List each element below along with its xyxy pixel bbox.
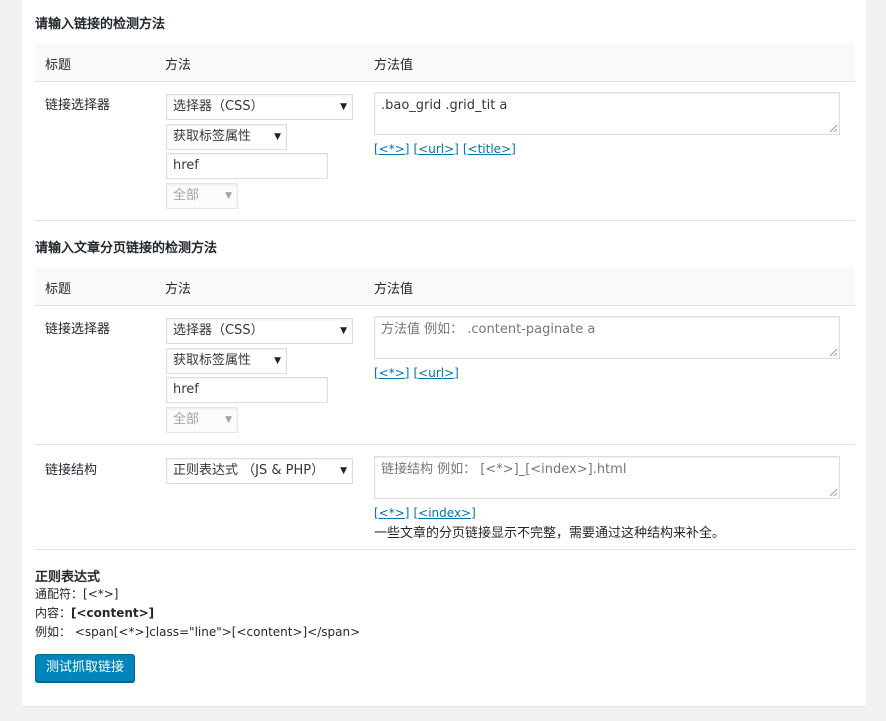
example-label: 例如： — [35, 625, 72, 639]
token-url-link[interactable]: [<url>] — [413, 366, 458, 380]
structure-method-select[interactable]: 正则表达式 （JS & PHP） ▼ — [166, 458, 353, 484]
method-select-value: 选择器（CSS） — [173, 99, 264, 114]
regex-help-title: 正则表达式 — [35, 570, 101, 585]
wildcard-value: [<*>] — [83, 587, 119, 601]
token-title-link[interactable]: [<title>] — [463, 142, 516, 156]
divider — [35, 549, 855, 550]
divider — [35, 444, 855, 445]
settings-panel: 请输入链接的检测方法 标题 方法 方法值 链接选择器 选择器（CSS） ▼ 获取… — [22, 0, 866, 706]
regex-help: 正则表达式 通配符：[<*>] 内容：[<content>] 例如： <span… — [35, 566, 360, 642]
token-links: [<*>] [<url>] — [374, 366, 463, 380]
test-fetch-links-button[interactable]: 测试抓取链接 — [35, 654, 135, 682]
token-wildcard-link[interactable]: [<*>] — [374, 366, 409, 380]
content-label: 内容： — [35, 606, 72, 620]
method-value-textarea[interactable]: .bao_grid .grid_tit a — [374, 92, 840, 135]
resize-grip-icon[interactable] — [829, 488, 837, 496]
resize-grip-icon[interactable] — [829, 124, 837, 132]
row-label-link-selector: 链接选择器 — [45, 98, 111, 113]
textarea-placeholder: 方法值 例如： .content-paginate a — [381, 322, 596, 337]
token-links: [<*>] [<index>] — [374, 506, 480, 520]
col-method: 方法 — [165, 282, 192, 297]
chevron-down-icon: ▼ — [340, 102, 347, 112]
col-method: 方法 — [165, 58, 192, 73]
scope-select-value: 全部 — [173, 412, 200, 427]
col-title: 标题 — [45, 58, 72, 73]
attr-select-value: 获取标签属性 — [173, 129, 252, 144]
chevron-down-icon: ▼ — [225, 191, 232, 201]
wildcard-label: 通配符： — [35, 587, 84, 601]
row-label-link-selector: 链接选择器 — [45, 322, 111, 337]
col-method-value: 方法值 — [374, 58, 414, 73]
chevron-down-icon: ▼ — [340, 466, 347, 476]
content-value: [<content>] — [71, 606, 155, 620]
token-wildcard-link[interactable]: [<*>] — [374, 506, 409, 520]
token-url-link[interactable]: [<url>] — [413, 142, 458, 156]
token-index-link[interactable]: [<index>] — [413, 506, 475, 520]
divider — [35, 220, 855, 221]
section2-title: 请输入文章分页链接的检测方法 — [35, 241, 218, 256]
example-value: <span[<*>]class="line">[<content>]</span… — [74, 625, 361, 639]
row-label-link-structure: 链接结构 — [45, 463, 98, 478]
structure-note: 一些文章的分页链接显示不完整，需要通过这种结构来补全。 — [374, 526, 726, 541]
col-method-value: 方法值 — [374, 282, 414, 297]
section2-table-header: 标题 方法 方法值 — [35, 267, 855, 306]
paginate-method-select[interactable]: 选择器（CSS） ▼ — [166, 318, 353, 344]
token-links: [<*>] [<url>] [<title>] — [374, 142, 520, 156]
attr-select[interactable]: 获取标签属性 ▼ — [166, 124, 287, 150]
method-value-text: .bao_grid .grid_tit a — [381, 98, 508, 113]
method-select-value: 选择器（CSS） — [173, 323, 264, 338]
structure-textarea[interactable]: 链接结构 例如： [<*>]_[<index>].html — [374, 456, 840, 499]
paginate-scope-select[interactable]: 全部 ▼ — [166, 407, 238, 433]
chevron-down-icon: ▼ — [340, 326, 347, 336]
section1-title: 请输入链接的检测方法 — [35, 17, 166, 32]
paginate-method-value-textarea[interactable]: 方法值 例如： .content-paginate a — [374, 316, 840, 359]
attr-name-input[interactable]: href — [166, 153, 328, 179]
regex-content-line: 内容：[<content>] — [35, 604, 360, 623]
scope-select[interactable]: 全部 ▼ — [166, 183, 238, 209]
method-select[interactable]: 选择器（CSS） ▼ — [166, 94, 353, 120]
chevron-down-icon: ▼ — [274, 356, 281, 366]
regex-wildcard-line: 通配符：[<*>] — [35, 585, 360, 604]
chevron-down-icon: ▼ — [225, 415, 232, 425]
method-select-value: 正则表达式 （JS & PHP） — [173, 463, 325, 478]
regex-example-line: 例如： <span[<*>]class="line">[<content>]</… — [35, 623, 360, 642]
col-title: 标题 — [45, 282, 72, 297]
scope-select-value: 全部 — [173, 188, 200, 203]
paginate-attr-name-input[interactable]: href — [166, 377, 328, 403]
resize-grip-icon[interactable] — [829, 348, 837, 356]
section1-table-header: 标题 方法 方法值 — [35, 43, 855, 82]
token-wildcard-link[interactable]: [<*>] — [374, 142, 409, 156]
paginate-attr-select[interactable]: 获取标签属性 ▼ — [166, 348, 287, 374]
chevron-down-icon: ▼ — [274, 132, 281, 142]
textarea-placeholder: 链接结构 例如： [<*>]_[<index>].html — [381, 462, 627, 477]
attr-select-value: 获取标签属性 — [173, 353, 252, 368]
